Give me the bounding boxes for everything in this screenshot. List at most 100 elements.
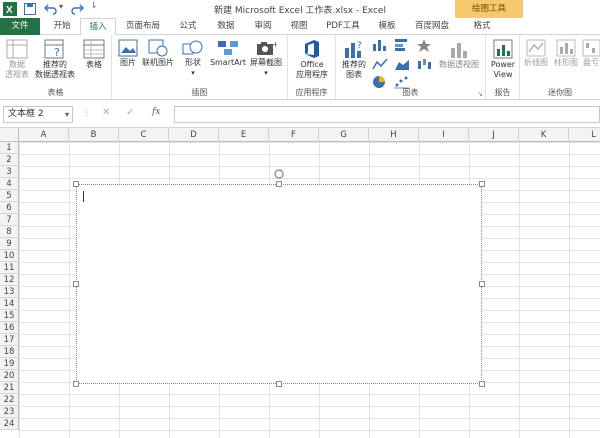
- line-chart-icon[interactable]: [372, 57, 388, 71]
- tab-file[interactable]: 文件: [0, 18, 40, 35]
- pivot-chart-icon: [451, 43, 467, 58]
- tab-view[interactable]: 视图: [282, 18, 316, 35]
- svg-text:?: ?: [54, 46, 60, 59]
- undo-icon[interactable]: [44, 3, 58, 15]
- shapes-button[interactable]: 形状 ▾: [178, 39, 208, 78]
- row-header-15[interactable]: 15: [0, 310, 19, 322]
- winloss-sparkline-button[interactable]: 盈亏: [582, 39, 600, 68]
- insert-function-icon[interactable]: fx: [152, 107, 160, 117]
- winloss-sparkline-icon: [582, 39, 600, 57]
- resize-handle-t[interactable]: [276, 181, 282, 187]
- resize-handle-bl[interactable]: [73, 381, 79, 387]
- customize-toolbar-icon[interactable]: ⇂: [90, 1, 98, 11]
- column-header-c[interactable]: C: [119, 128, 169, 142]
- row-header-5[interactable]: 5: [0, 190, 19, 202]
- save-icon[interactable]: [24, 3, 36, 15]
- bar-chart-icon[interactable]: [394, 38, 410, 52]
- column-header-h[interactable]: H: [369, 128, 419, 142]
- stock-chart-icon[interactable]: [416, 57, 432, 71]
- select-all-corner[interactable]: [0, 128, 19, 142]
- pictures-button[interactable]: 图片: [116, 39, 140, 68]
- column-header-j[interactable]: J: [469, 128, 519, 142]
- column-header-f[interactable]: F: [269, 128, 319, 142]
- name-box-dropdown-icon[interactable]: ▾: [65, 107, 69, 122]
- row-header-17[interactable]: 17: [0, 334, 19, 346]
- resize-handle-b[interactable]: [276, 381, 282, 387]
- power-view-button[interactable]: Power View: [487, 39, 519, 80]
- column-header-e[interactable]: E: [219, 128, 269, 142]
- resize-handle-l[interactable]: [73, 281, 79, 287]
- smartart-icon: [218, 41, 238, 55]
- redo-icon[interactable]: [70, 3, 84, 15]
- row-header-10[interactable]: 10: [0, 250, 19, 262]
- column-header-b[interactable]: B: [69, 128, 119, 142]
- row-header-13[interactable]: 13: [0, 286, 19, 298]
- tab-templates[interactable]: 模板: [370, 18, 404, 35]
- pivot-table-button[interactable]: 数据 透视表: [2, 39, 32, 80]
- row-header-22[interactable]: 22: [0, 394, 19, 406]
- group-label-illustrations: 插图: [191, 88, 208, 97]
- line-sparkline-button[interactable]: 折线图: [522, 39, 550, 68]
- name-box[interactable]: 文本框 2 ▾: [3, 106, 73, 123]
- row-header-1[interactable]: 1: [0, 142, 19, 154]
- tab-data[interactable]: 数据: [208, 18, 244, 35]
- row-header-18[interactable]: 18: [0, 346, 19, 358]
- office-apps-button[interactable]: Office 应用程序: [290, 39, 334, 80]
- row-header-23[interactable]: 23: [0, 406, 19, 418]
- column-chart-icon[interactable]: [372, 38, 388, 52]
- rotate-handle-icon[interactable]: [273, 168, 285, 180]
- row-header-14[interactable]: 14: [0, 298, 19, 310]
- cancel-icon[interactable]: ✕: [102, 107, 110, 118]
- screenshot-button[interactable]: + 屏幕截图 ▾: [248, 39, 284, 78]
- tab-review[interactable]: 审阅: [246, 18, 280, 35]
- column-header-d[interactable]: D: [169, 128, 219, 142]
- tab-home[interactable]: 开始: [44, 18, 80, 35]
- group-label-tables: 表格: [47, 88, 64, 97]
- column-header-k[interactable]: K: [519, 128, 569, 142]
- resize-handle-br[interactable]: [479, 381, 485, 387]
- recommended-pivot-button[interactable]: ? 推荐的 数据透视表: [32, 39, 78, 80]
- column-header-g[interactable]: G: [319, 128, 369, 142]
- area-chart-icon[interactable]: [394, 57, 410, 71]
- row-header-20[interactable]: 20: [0, 370, 19, 382]
- row-header-9[interactable]: 9: [0, 238, 19, 250]
- row-header-8[interactable]: 8: [0, 226, 19, 238]
- formula-input[interactable]: [174, 106, 600, 123]
- row-header-2[interactable]: 2: [0, 154, 19, 166]
- text-box[interactable]: [76, 184, 482, 384]
- recommended-charts-button[interactable]: ? 推荐的 图表: [338, 39, 370, 80]
- pivot-chart-button[interactable]: 数据透视图: [434, 39, 484, 70]
- row-header-21[interactable]: 21: [0, 382, 19, 394]
- resize-handle-tr[interactable]: [479, 181, 485, 187]
- column-header-i[interactable]: I: [419, 128, 469, 142]
- charts-launcher-icon[interactable]: ↘: [477, 90, 483, 98]
- hierarchy-chart-icon[interactable]: [416, 38, 432, 52]
- row-header-16[interactable]: 16: [0, 322, 19, 334]
- tab-pdf[interactable]: PDF工具: [318, 18, 368, 35]
- undo-dropdown-icon[interactable]: ▾: [59, 2, 63, 11]
- camera-icon: +: [257, 40, 277, 55]
- tab-insert[interactable]: 插入: [80, 18, 116, 36]
- tab-baidu[interactable]: 百度网盘: [406, 18, 458, 35]
- column-sparkline-button[interactable]: 柱形图: [552, 39, 580, 68]
- row-header-12[interactable]: 12: [0, 274, 19, 286]
- row-header-3[interactable]: 3: [0, 166, 19, 178]
- tab-page-layout[interactable]: 页面布局: [118, 18, 168, 35]
- row-header-19[interactable]: 19: [0, 358, 19, 370]
- enter-icon[interactable]: ✓: [126, 107, 134, 118]
- group-label-charts: 图表: [402, 88, 419, 97]
- row-header-6[interactable]: 6: [0, 202, 19, 214]
- column-header-a[interactable]: A: [19, 128, 69, 142]
- resize-handle-tl[interactable]: [73, 181, 79, 187]
- row-header-7[interactable]: 7: [0, 214, 19, 226]
- resize-handle-r[interactable]: [479, 281, 485, 287]
- row-header-4[interactable]: 4: [0, 178, 19, 190]
- tab-formulas[interactable]: 公式: [170, 18, 206, 35]
- smartart-button[interactable]: SmartArt: [208, 39, 248, 68]
- tab-format[interactable]: 格式: [462, 18, 502, 35]
- row-header-11[interactable]: 11: [0, 262, 19, 274]
- column-header-l[interactable]: L: [569, 128, 600, 142]
- row-header-24[interactable]: 24: [0, 418, 19, 430]
- table-button[interactable]: 表格: [80, 39, 108, 70]
- online-pictures-button[interactable]: 联机图片: [140, 39, 176, 68]
